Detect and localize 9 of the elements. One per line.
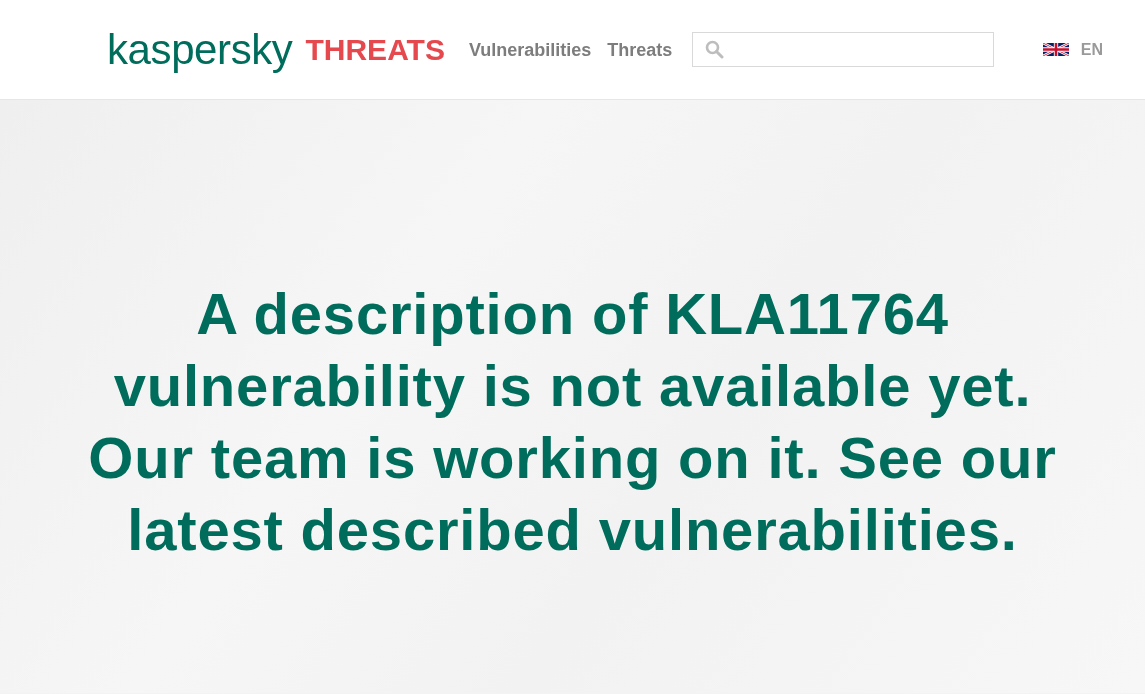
search-field[interactable]	[692, 32, 995, 67]
message-heading: A description of KLA11764 vulnerability is not available yet. Our team is working on it. See our latest described vulnerabilities.	[87, 280, 1058, 564]
uk-flag-icon[interactable]	[1042, 43, 1069, 56]
nav-link[interactable]: Vulnerabilities	[468, 40, 592, 59]
nav-link[interactable]: Threats	[607, 40, 673, 59]
language-link[interactable]: EN	[1080, 37, 1103, 62]
search-icon	[705, 40, 725, 59]
brand-logo[interactable]: kaspersky	[107, 28, 293, 71]
product-title[interactable]: THREATS	[305, 34, 445, 65]
